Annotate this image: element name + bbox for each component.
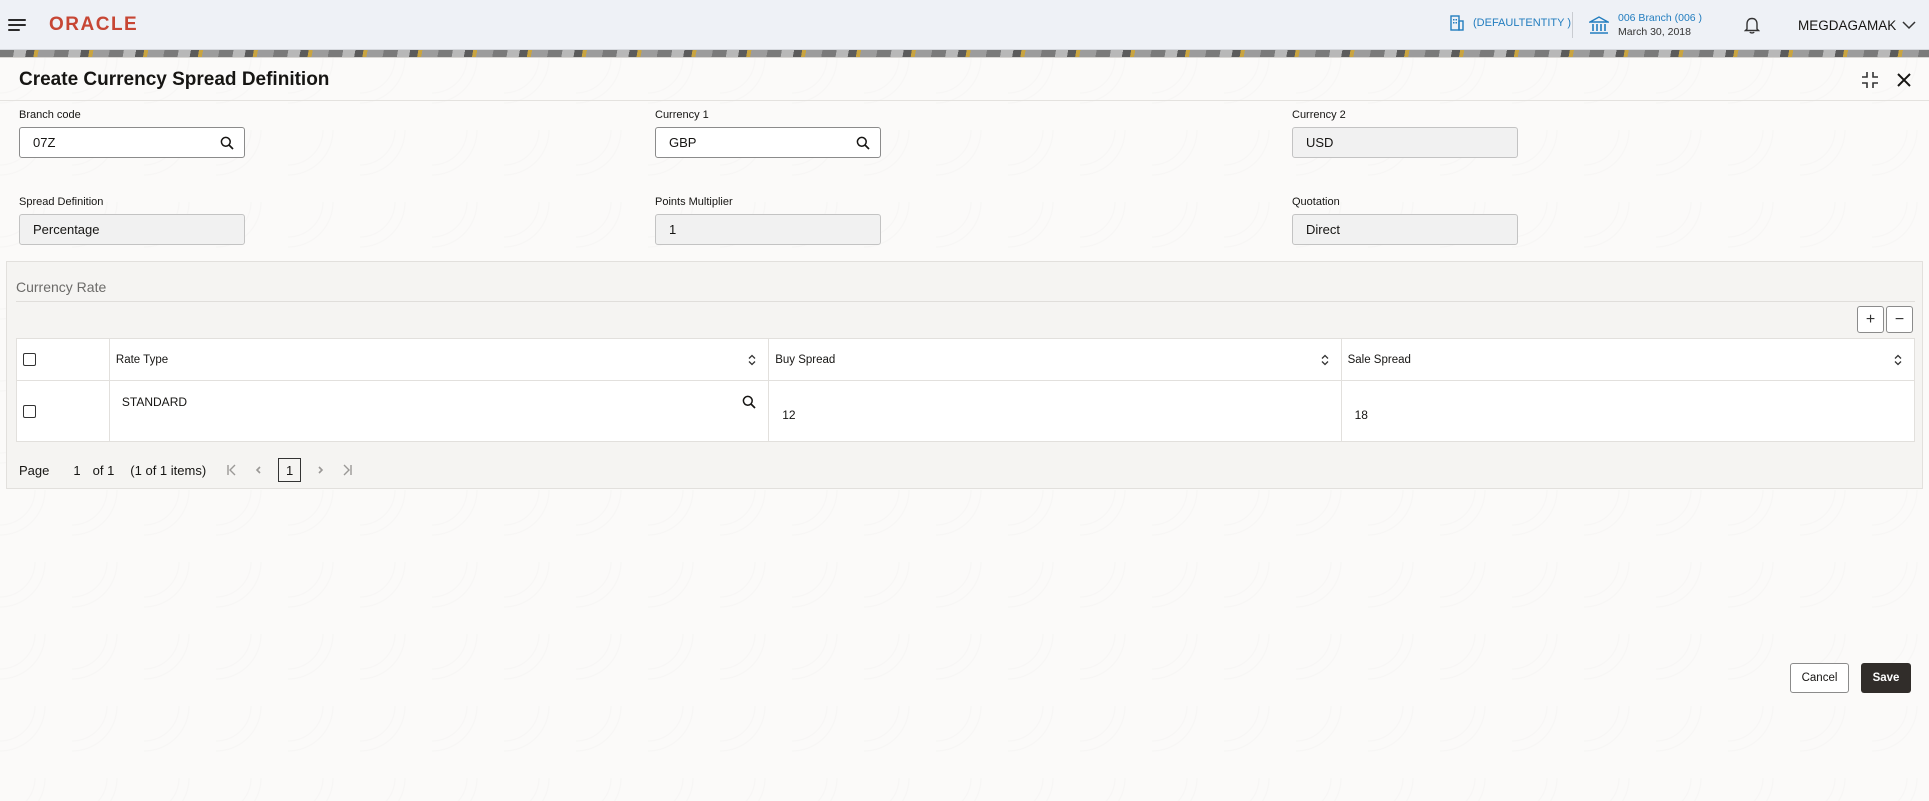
page-label: Page: [19, 462, 50, 478]
page-title: Create Currency Spread Definition: [19, 69, 330, 90]
quotation-value: Direct: [1306, 222, 1340, 237]
sale-spread-value: 18: [1354, 408, 1368, 422]
branch-code-value: 07Z: [33, 135, 56, 150]
currency1-field: Currency 1 GBP: [655, 109, 881, 158]
notifications-bell-icon[interactable]: [1743, 16, 1761, 39]
user-name: MEGDAGAMAK: [1798, 18, 1897, 33]
rate-type-value: STANDARD: [121, 395, 188, 409]
currency2-value: USD: [1306, 135, 1334, 150]
currency-spread-modal: Create Currency Spread Definition Branch…: [0, 57, 1929, 801]
points-multiplier-label: Points Multiplier: [655, 196, 733, 208]
currency-rate-section: Currency Rate + − Rate Type Buy Spread S…: [6, 261, 1923, 489]
branch-name: 006 Branch (006 ): [1618, 12, 1703, 24]
previous-page-icon[interactable]: [254, 464, 262, 476]
buy-spread-cell[interactable]: 12: [769, 381, 1342, 441]
branch-code-field: Branch code 07Z: [19, 109, 245, 158]
first-page-icon[interactable]: [226, 464, 238, 476]
quotation-label: Quotation: [1292, 196, 1340, 208]
spread-definition-label: Spread Definition: [19, 196, 104, 208]
section-divider: [16, 301, 1915, 302]
cancel-button[interactable]: Cancel: [1790, 663, 1849, 693]
currency-rate-grid: Rate Type Buy Spread Sale Spread STANDAR: [16, 338, 1915, 442]
row-select-cell: [17, 381, 110, 441]
title-divider: [0, 100, 1929, 101]
select-all-checkbox[interactable]: [23, 353, 36, 366]
column-label: Sale Spread: [1347, 353, 1411, 366]
building-icon: [1450, 15, 1464, 31]
user-menu[interactable]: MEGDAGAMAK: [1798, 18, 1916, 33]
quotation-field: Quotation Direct: [1292, 196, 1518, 245]
spread-definition-value: Percentage: [33, 222, 100, 237]
column-header-rate-type[interactable]: Rate Type: [110, 339, 770, 380]
hamburger-menu-icon[interactable]: [8, 16, 28, 32]
header-divider: [1572, 12, 1573, 38]
sort-icon[interactable]: [1894, 354, 1902, 366]
search-icon[interactable]: [856, 136, 870, 150]
column-label: Rate Type: [115, 353, 169, 366]
currency1-label: Currency 1: [655, 109, 709, 121]
app-header: ORACLE (DEFAULTENTITY ) 006 Branch (006 …: [0, 0, 1929, 50]
grid-header-row: Rate Type Buy Spread Sale Spread: [17, 339, 1914, 381]
save-button[interactable]: Save: [1861, 663, 1911, 693]
spread-definition-field: Spread Definition Percentage: [19, 196, 245, 245]
page-number-input[interactable]: 1: [73, 463, 80, 478]
currency-rate-title: Currency Rate: [16, 279, 107, 295]
bank-icon: [1589, 16, 1609, 34]
minimize-icon[interactable]: [1861, 71, 1879, 89]
branch-code-label: Branch code: [19, 109, 81, 121]
search-icon[interactable]: [220, 136, 234, 150]
last-page-icon[interactable]: [341, 464, 353, 476]
sale-spread-cell[interactable]: 18: [1342, 381, 1914, 441]
remove-row-button[interactable]: −: [1886, 306, 1913, 333]
rate-type-cell[interactable]: STANDARD: [110, 381, 770, 441]
buy-spread-value: 12: [782, 408, 796, 422]
chevron-down-icon: [1902, 21, 1916, 30]
row-checkbox[interactable]: [23, 404, 36, 418]
pager-nav: 1: [226, 458, 353, 482]
points-multiplier-input: 1: [655, 214, 881, 245]
close-icon[interactable]: [1897, 73, 1911, 87]
sort-icon[interactable]: [748, 354, 756, 366]
oracle-logo: ORACLE: [49, 14, 139, 35]
currency2-input: USD: [1292, 127, 1518, 158]
pagination: Page 1 of 1 (1 of 1 items) 1: [19, 458, 353, 482]
column-label: Buy Spread: [775, 353, 836, 366]
next-page-icon[interactable]: [317, 464, 325, 476]
search-icon[interactable]: [742, 395, 756, 409]
currency1-input[interactable]: GBP: [655, 127, 881, 158]
branch-selector[interactable]: 006 Branch (006 ) March 30, 2018: [1589, 12, 1702, 38]
page-of-label: of 1: [92, 462, 115, 478]
entity-selector[interactable]: (DEFAULTENTITY ): [1449, 15, 1571, 31]
column-header-buy-spread[interactable]: Buy Spread: [769, 339, 1342, 380]
currency1-value: GBP: [669, 135, 697, 150]
points-multiplier-value: 1: [669, 222, 677, 237]
spread-definition-input: Percentage: [19, 214, 245, 245]
currency2-field: Currency 2 USD: [1292, 109, 1518, 158]
items-count-label: (1 of 1 items): [130, 462, 207, 478]
column-header-sale-spread[interactable]: Sale Spread: [1342, 339, 1914, 380]
entity-label: (DEFAULTENTITY ): [1473, 17, 1571, 29]
quotation-input: Direct: [1292, 214, 1518, 245]
select-all-cell: [17, 339, 110, 380]
currency2-label: Currency 2: [1292, 109, 1346, 121]
points-multiplier-field: Points Multiplier 1: [655, 196, 881, 245]
branch-date: March 30, 2018: [1618, 26, 1691, 38]
current-page-button[interactable]: 1: [278, 458, 302, 482]
table-row: STANDARD 12 18: [17, 381, 1914, 441]
sort-icon[interactable]: [1321, 354, 1329, 366]
add-row-button[interactable]: +: [1857, 306, 1884, 333]
modal-actions: [1861, 71, 1911, 89]
branch-code-input[interactable]: 07Z: [19, 127, 245, 158]
